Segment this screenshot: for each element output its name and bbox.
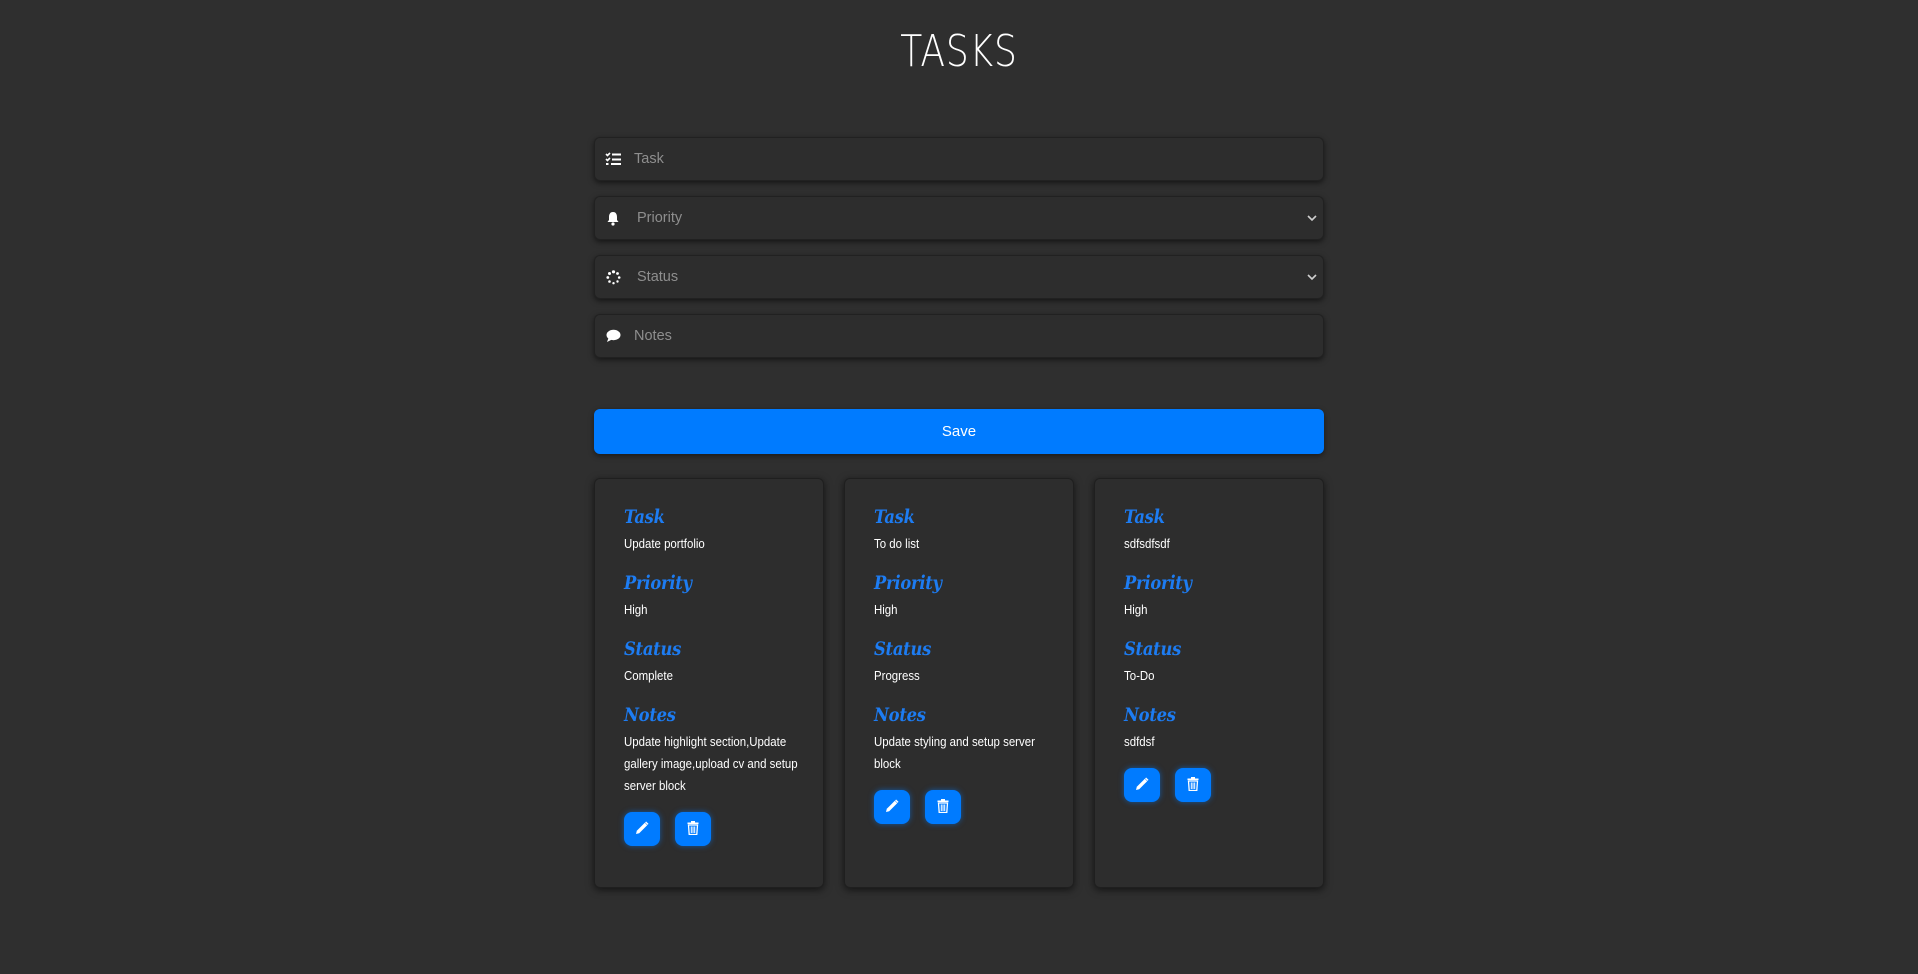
status-label: Status xyxy=(624,638,682,660)
chevron-down-icon xyxy=(1300,273,1324,281)
task-input[interactable] xyxy=(630,137,1324,181)
notes-value: Update styling and setup server block xyxy=(874,734,1035,771)
status-label: Status xyxy=(874,638,932,660)
card-actions xyxy=(624,812,804,846)
task-label: Task xyxy=(1124,506,1165,528)
task-value: To do list xyxy=(874,536,920,551)
status-select[interactable]: Status xyxy=(594,255,1324,299)
task-value: Update portfolio xyxy=(624,536,705,551)
trash-icon xyxy=(687,820,699,838)
card-actions xyxy=(1124,768,1304,802)
status-label: Status xyxy=(1124,638,1182,660)
task-label: Task xyxy=(874,506,915,528)
status-value: Progress xyxy=(874,668,920,683)
status-select-value: Status xyxy=(637,269,679,285)
notes-label: Notes xyxy=(1124,704,1176,726)
notes-label: Notes xyxy=(874,704,926,726)
notes-value: sdfdsf xyxy=(1124,734,1155,749)
pencil-icon xyxy=(635,820,649,838)
trash-icon xyxy=(1187,776,1199,794)
priority-value: High xyxy=(624,602,648,617)
task-card: Task To do list Priority High Status Pro… xyxy=(844,478,1074,888)
notes-field xyxy=(594,314,1324,358)
delete-button[interactable] xyxy=(1175,768,1211,802)
page-title: TASKS xyxy=(900,26,1018,77)
edit-button[interactable] xyxy=(1124,768,1160,802)
tasks-page: TASKS Priority xyxy=(0,0,1918,974)
priority-select[interactable]: Priority xyxy=(594,196,1324,240)
bell-icon xyxy=(594,211,630,226)
notes-input[interactable] xyxy=(630,314,1324,358)
priority-label: Priority xyxy=(624,572,692,594)
status-value: To-Do xyxy=(1124,668,1155,683)
task-field xyxy=(594,137,1324,181)
priority-value: High xyxy=(874,602,898,617)
edit-button[interactable] xyxy=(874,790,910,824)
priority-label: Priority xyxy=(1124,572,1192,594)
priority-select-value: Priority xyxy=(637,210,683,226)
card-actions xyxy=(874,790,1054,824)
trash-icon xyxy=(937,798,949,816)
pencil-icon xyxy=(1135,776,1149,794)
priority-value: High xyxy=(1124,602,1148,617)
delete-button[interactable] xyxy=(675,812,711,846)
save-button[interactable]: Save xyxy=(594,409,1324,454)
task-value: sdfsdfsdf xyxy=(1124,536,1170,551)
spinner-icon xyxy=(594,269,630,285)
edit-button[interactable] xyxy=(624,812,660,846)
list-check-icon xyxy=(594,152,630,166)
delete-button[interactable] xyxy=(925,790,961,824)
status-value: Complete xyxy=(624,668,673,683)
task-card-list: Task Update portfolio Priority High Stat… xyxy=(594,478,1324,888)
comment-icon xyxy=(594,329,630,343)
task-card: Task Update portfolio Priority High Stat… xyxy=(594,478,824,888)
task-form: Priority Status xyxy=(594,137,1324,373)
notes-label: Notes xyxy=(624,704,676,726)
pencil-icon xyxy=(885,798,899,816)
priority-label: Priority xyxy=(874,572,942,594)
task-label: Task xyxy=(624,506,665,528)
task-card: Task sdfsdfsdf Priority High Status To-D… xyxy=(1094,478,1324,888)
notes-value: Update highlight section,Update gallery … xyxy=(624,734,798,793)
chevron-down-icon xyxy=(1300,214,1324,222)
